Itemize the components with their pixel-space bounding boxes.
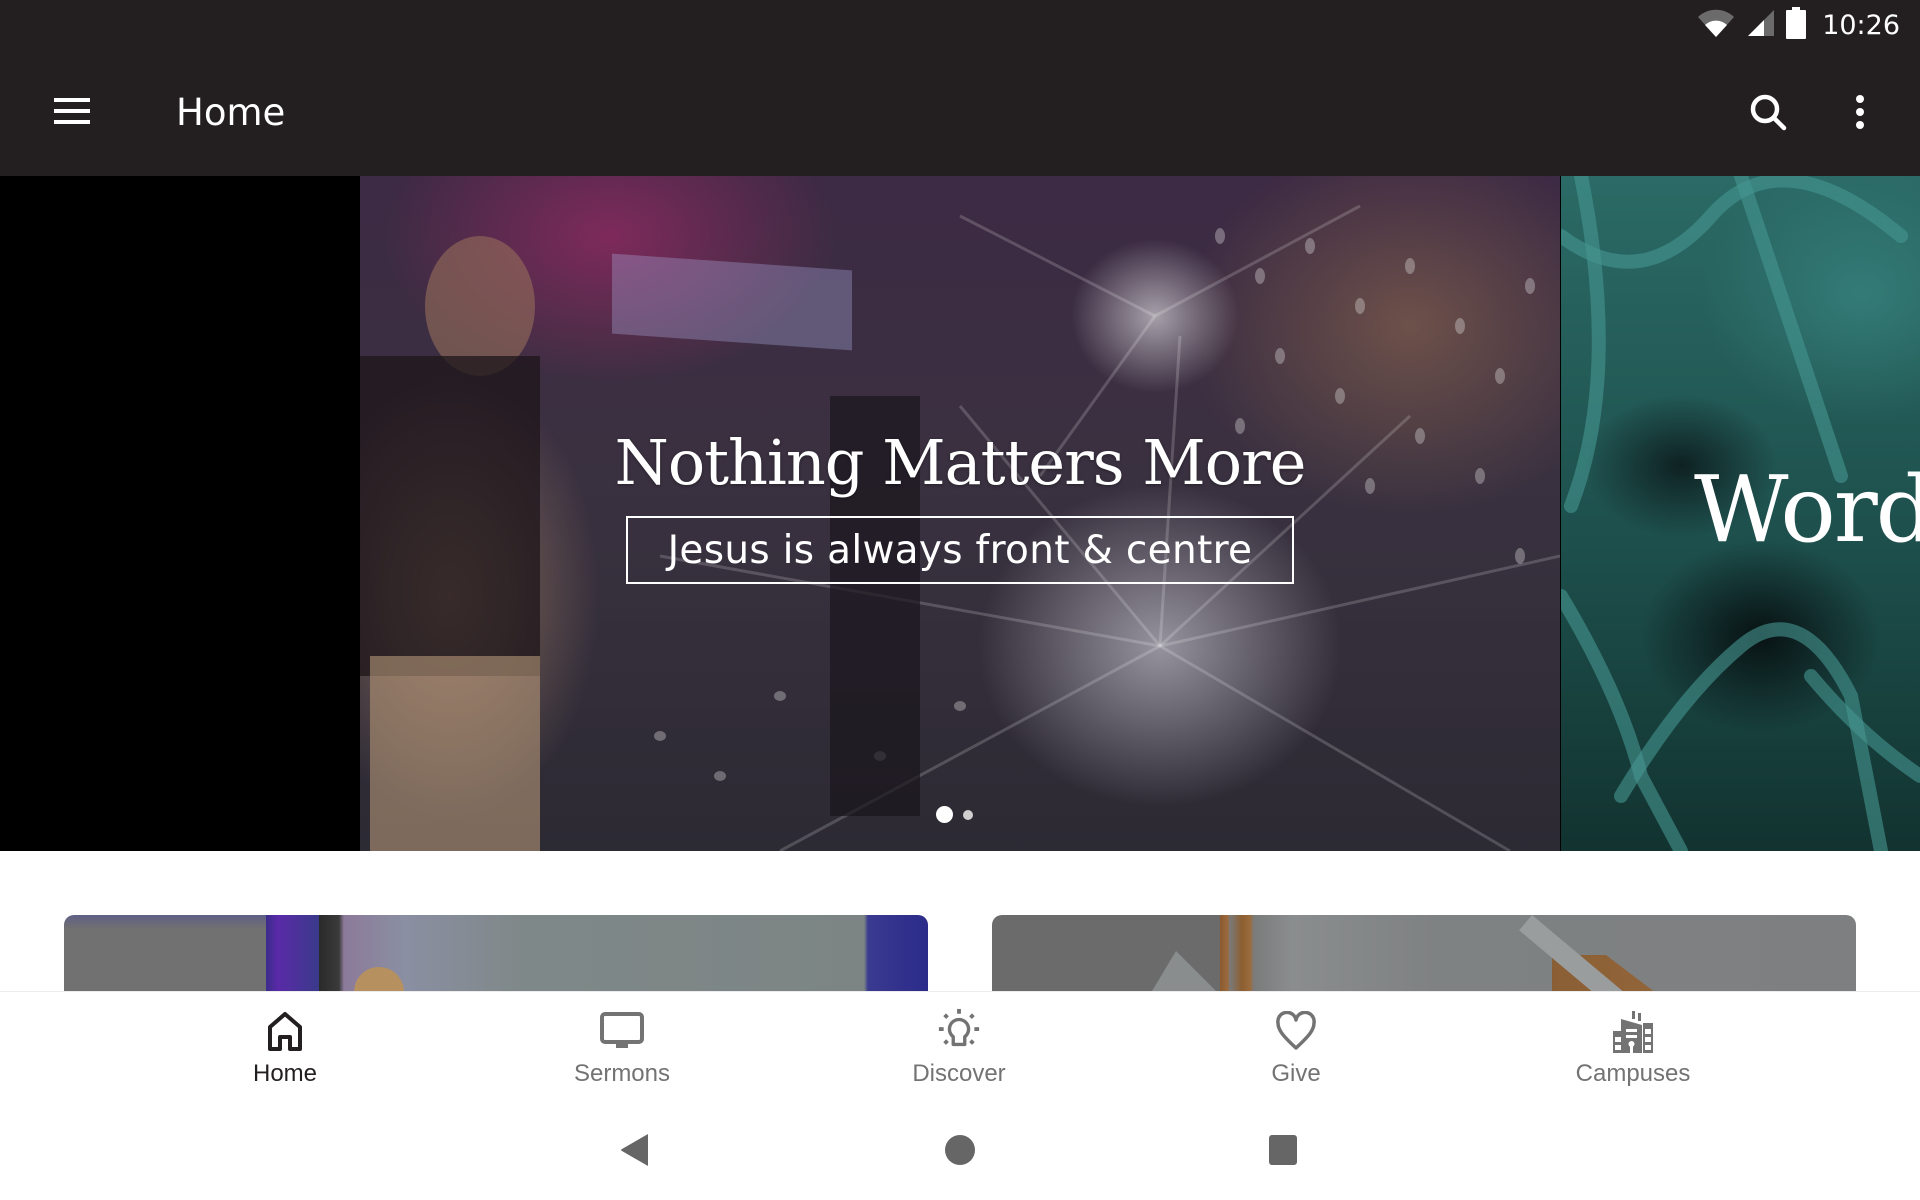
slide-heading: Nothing Matters More [614, 426, 1307, 499]
status-icons: 10:26 [1696, 6, 1900, 44]
more-vert-icon [1854, 94, 1866, 135]
menu-button[interactable] [42, 88, 102, 138]
more-options-button[interactable] [1832, 86, 1888, 142]
home-icon [262, 1008, 308, 1054]
content-cards [0, 851, 1920, 991]
nav-label: Give [1271, 1060, 1321, 1087]
system-navigation-bar [0, 1103, 1920, 1200]
nav-item-home[interactable]: Home [185, 992, 385, 1104]
nav-item-give[interactable]: Give [1196, 992, 1396, 1104]
wifi-icon [1696, 8, 1736, 43]
system-back-button[interactable] [610, 1127, 660, 1177]
content-card-2[interactable] [992, 915, 1856, 991]
next-slide-heading: Word [1694, 456, 1920, 563]
hero-carousel[interactable]: Nothing Matters More Jesus is always fro… [0, 176, 1920, 851]
carousel-slide-active[interactable]: Nothing Matters More Jesus is always fro… [360, 176, 1560, 851]
slide-subheading-box: Jesus is always front & centre [626, 516, 1294, 584]
nav-label: Sermons [573, 1060, 671, 1087]
hamburger-menu-icon [52, 96, 92, 131]
status-bar: 10:26 [0, 0, 1920, 50]
search-icon [1748, 92, 1788, 137]
screen: 10:26 Home Nothing Matters More Jesus is… [0, 0, 1920, 1200]
status-time: 10:26 [1822, 9, 1900, 41]
lightbulb-icon [936, 1008, 982, 1054]
nav-item-discover[interactable]: Discover [859, 992, 1059, 1104]
card-image-detail [354, 967, 404, 991]
carousel-dot-2[interactable] [963, 809, 973, 820]
system-recents-button[interactable] [1258, 1127, 1308, 1177]
content-card-1[interactable] [64, 915, 928, 991]
carousel-slide-next[interactable]: Word [1561, 176, 1920, 851]
cell-signal-icon [1746, 8, 1776, 43]
nav-item-sermons[interactable]: Sermons [522, 992, 722, 1104]
nav-label: Campuses [1575, 1060, 1691, 1087]
monitor-icon [599, 1008, 645, 1054]
carousel-dot-1[interactable] [936, 806, 953, 823]
buildings-icon [1610, 1008, 1656, 1054]
back-icon [620, 1133, 650, 1172]
app-bar: Home [0, 50, 1920, 176]
bottom-navigation: Home Sermons Discover Give Campuses [0, 991, 1920, 1103]
page-title: Home [176, 91, 286, 134]
nav-item-campuses[interactable]: Campuses [1533, 992, 1733, 1104]
carousel-indicators [936, 806, 973, 823]
slide-subheading: Jesus is always front & centre [667, 527, 1253, 573]
home-circle-icon [944, 1134, 976, 1171]
nav-label: Home [252, 1060, 318, 1087]
heart-icon [1273, 1008, 1319, 1054]
battery-icon [1786, 6, 1807, 44]
nav-label: Discover [912, 1060, 1006, 1087]
system-home-button[interactable] [935, 1127, 985, 1177]
card-image-detail [1092, 951, 1232, 991]
search-button[interactable] [1740, 86, 1796, 142]
slide-content: Nothing Matters More Jesus is always fro… [360, 176, 1560, 851]
recents-icon [1268, 1134, 1298, 1171]
